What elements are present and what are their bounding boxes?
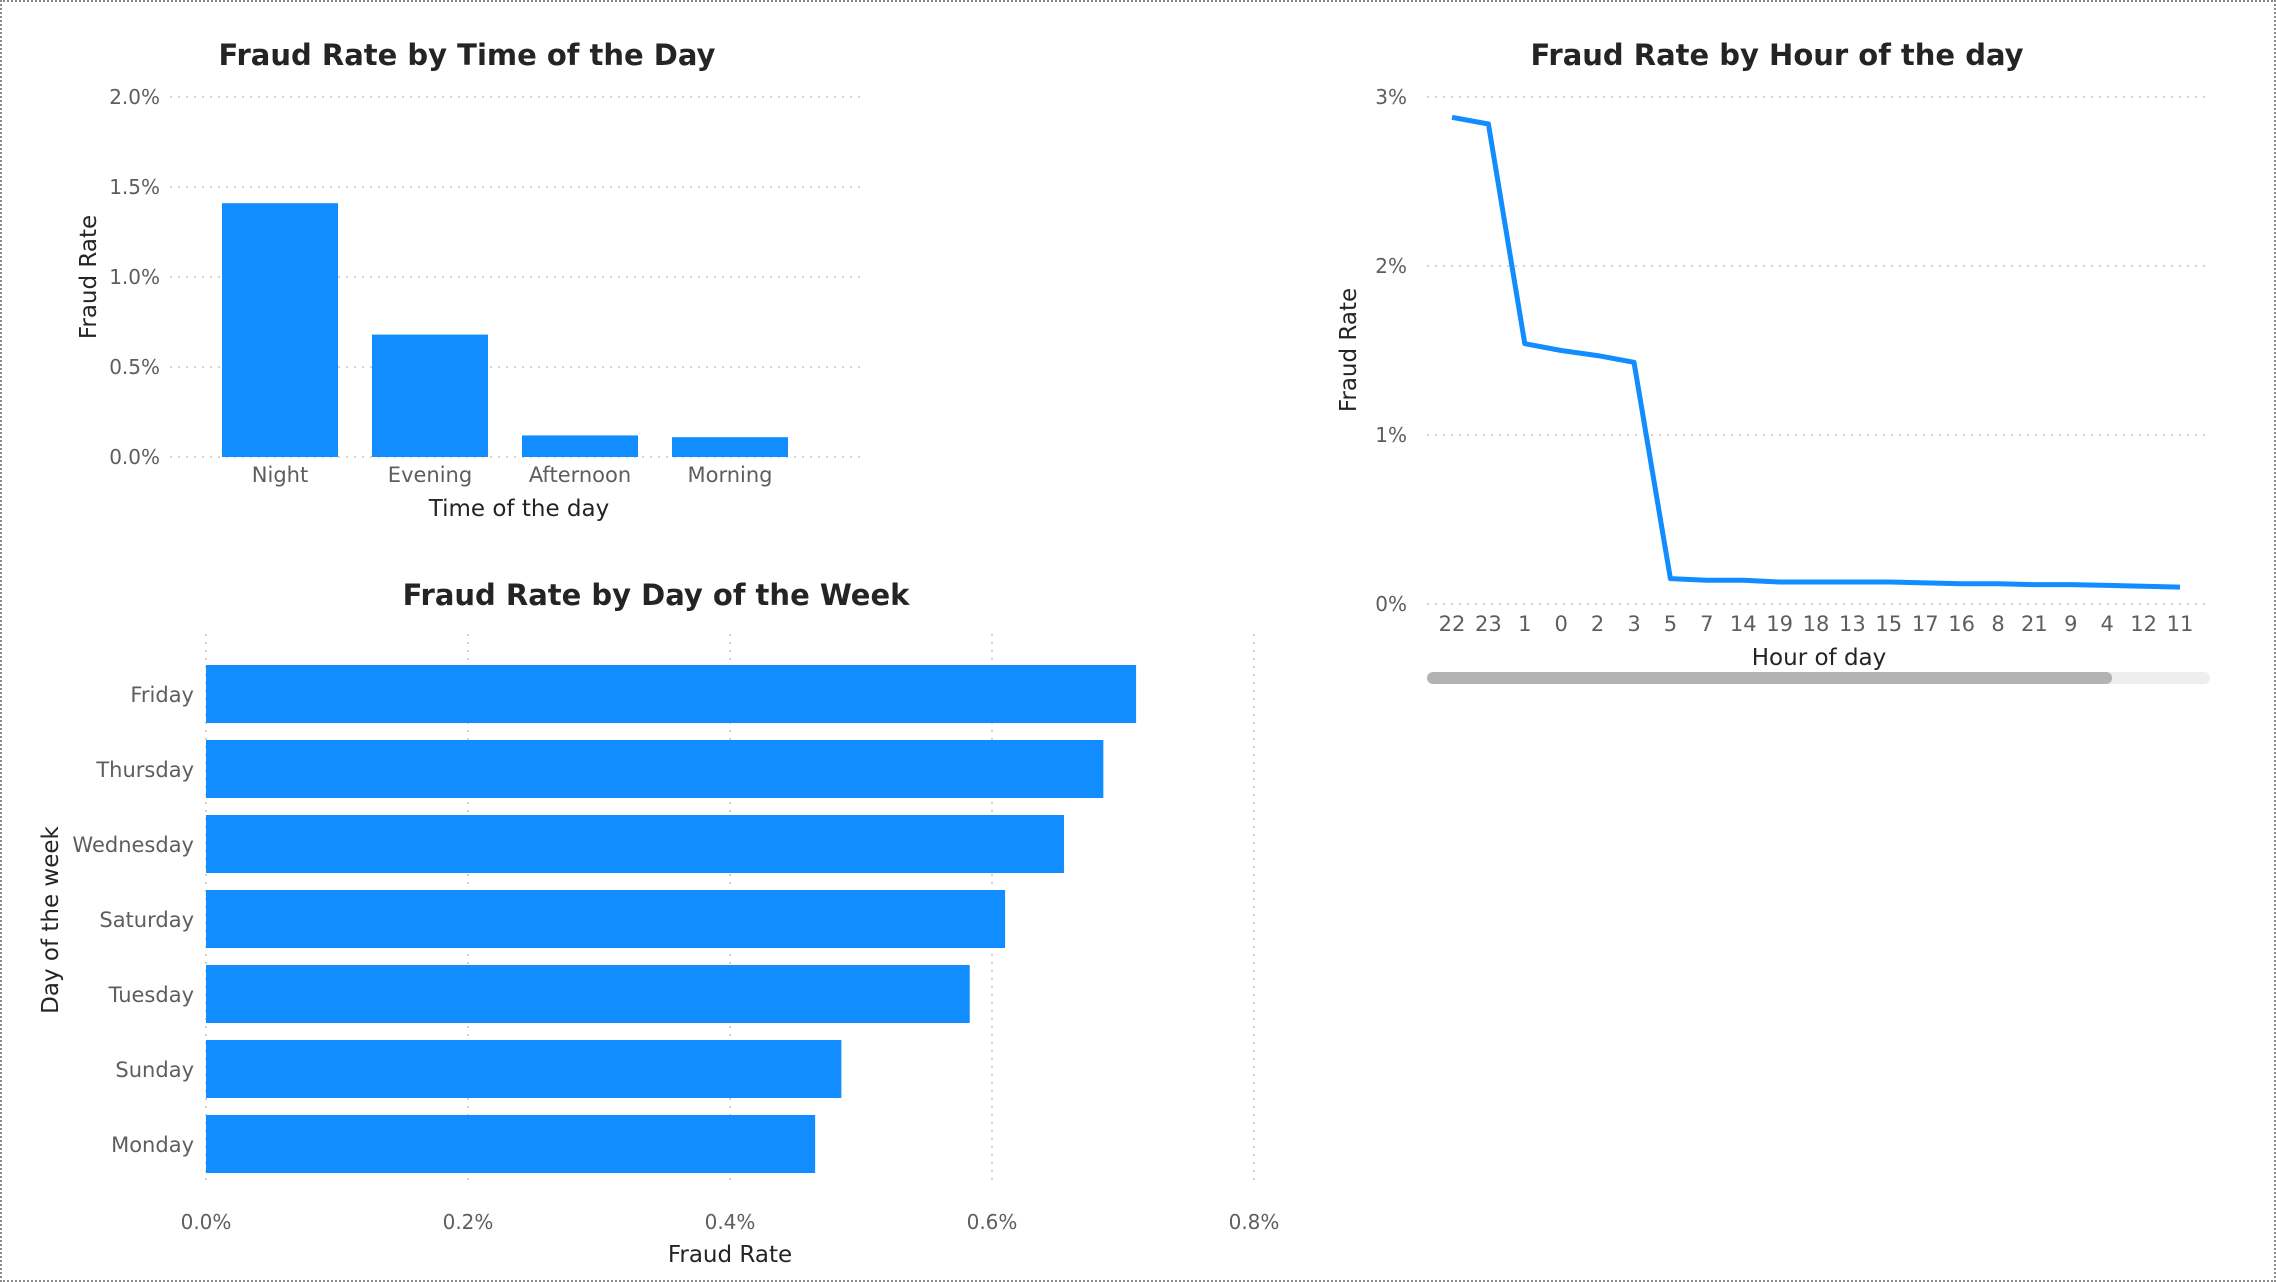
x-category-label: 16 — [1948, 612, 1975, 636]
day-of-week-chart-svg: Fraud Rate by Day of the Week Day of the… — [38, 578, 1280, 1268]
x-tick-label: 0.8% — [1229, 1210, 1280, 1234]
chart-title: Fraud Rate by Time of the Day — [219, 38, 716, 72]
x-tick-label: 0.4% — [705, 1210, 756, 1234]
x-tick-label: 0.2% — [443, 1210, 494, 1234]
y-tick-label: 0% — [1375, 592, 1407, 616]
x-category-label: Afternoon — [529, 463, 631, 487]
y-tick-label: 2% — [1375, 254, 1407, 278]
bar-thursday[interactable] — [206, 740, 1104, 798]
y-tick-label: 2.0% — [109, 85, 160, 109]
chart-title: Fraud Rate by Day of the Week — [403, 578, 911, 612]
y-category-label: Friday — [130, 683, 194, 707]
bar-morning[interactable] — [672, 437, 788, 457]
x-category-label: 3 — [1627, 612, 1640, 636]
scrollbar-thumb[interactable] — [1427, 672, 2113, 684]
bar-evening[interactable] — [372, 334, 488, 457]
x-category-label: 9 — [2064, 612, 2077, 636]
x-category-label: 23 — [1475, 612, 1502, 636]
x-category-label: 4 — [2101, 612, 2114, 636]
bar-friday[interactable] — [206, 665, 1137, 723]
x-category-label: 5 — [1664, 612, 1677, 636]
x-category-label: 22 — [1439, 612, 1466, 636]
x-category-label: 12 — [2130, 612, 2157, 636]
y-category-label: Wednesday — [72, 833, 194, 857]
x-category-label: Evening — [388, 463, 472, 487]
time-of-day-chart[interactable]: Fraud Rate by Time of the Day Fraud Rate… — [62, 32, 882, 532]
chart-title: Fraud Rate by Hour of the day — [1530, 38, 2023, 72]
x-category-label: 18 — [1803, 612, 1830, 636]
y-tick-label: 0.5% — [109, 355, 160, 379]
fraud-rate-line[interactable] — [1451, 114, 2181, 590]
hour-of-day-chart-svg: Fraud Rate by Hour of the day Fraud Rate… — [1336, 38, 2210, 684]
x-axis-label: Hour of day — [1752, 645, 1887, 671]
time-of-day-chart-svg: Fraud Rate by Time of the Day Fraud Rate… — [76, 38, 862, 522]
x-category-label: 11 — [2167, 612, 2194, 636]
x-category-label: 13 — [1839, 612, 1866, 636]
x-category-label: Morning — [687, 463, 772, 487]
y-category-label: Thursday — [95, 758, 194, 782]
y-tick-label: 1.5% — [109, 175, 160, 199]
bar-sunday[interactable] — [206, 1040, 842, 1098]
bar-wednesday[interactable] — [206, 815, 1065, 873]
x-tick-label: 0.6% — [967, 1210, 1018, 1234]
x-category-label: 8 — [1991, 612, 2004, 636]
x-category-label: 21 — [2021, 612, 2048, 636]
x-category-label: 2 — [1591, 612, 1604, 636]
x-axis-label: Time of the day — [428, 496, 609, 522]
bar-afternoon[interactable] — [522, 435, 638, 457]
x-category-label: 0 — [1555, 612, 1568, 636]
x-category-label: 15 — [1875, 612, 1902, 636]
x-category-label: 19 — [1766, 612, 1793, 636]
x-tick-label: 0.0% — [181, 1210, 232, 1234]
y-tick-label: 1% — [1375, 423, 1407, 447]
hour-of-day-chart[interactable]: Fraud Rate by Hour of the day Fraud Rate… — [1322, 32, 2262, 692]
x-category-label: Night — [252, 463, 308, 487]
bar-night[interactable] — [222, 203, 338, 457]
y-tick-label: 1.0% — [109, 265, 160, 289]
bar-saturday[interactable] — [206, 890, 1006, 948]
y-axis-label: Fraud Rate — [76, 215, 102, 339]
bar-tuesday[interactable] — [206, 965, 970, 1023]
y-tick-label: 3% — [1375, 85, 1407, 109]
y-category-label: Saturday — [99, 908, 194, 932]
x-category-label: 14 — [1730, 612, 1757, 636]
y-category-label: Sunday — [115, 1058, 194, 1082]
y-axis-label: Day of the week — [38, 825, 64, 1013]
y-axis-label: Fraud Rate — [1336, 288, 1362, 412]
y-category-label: Monday — [111, 1133, 194, 1157]
report-canvas: Fraud Rate by Time of the Day Fraud Rate… — [0, 0, 2276, 1282]
x-axis-label: Fraud Rate — [668, 1242, 792, 1268]
x-category-label: 7 — [1700, 612, 1713, 636]
y-tick-label: 0.0% — [109, 445, 160, 469]
x-category-label: 17 — [1912, 612, 1939, 636]
day-of-week-chart[interactable]: Fraud Rate by Day of the Week Day of the… — [22, 572, 1322, 1272]
bar-monday[interactable] — [206, 1115, 816, 1173]
x-category-label: 1 — [1518, 612, 1531, 636]
y-category-label: Tuesday — [108, 983, 194, 1007]
